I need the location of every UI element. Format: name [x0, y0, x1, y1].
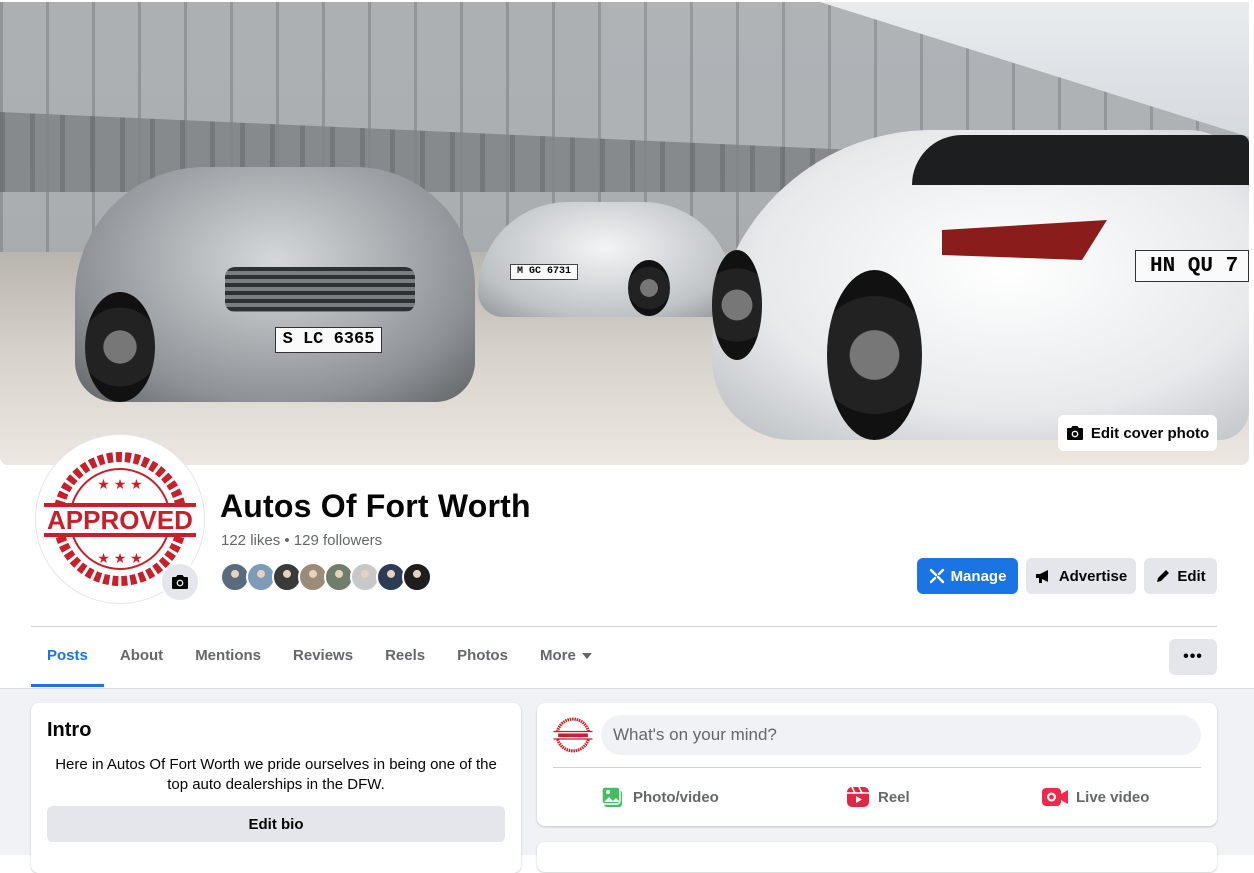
- cover-wheel: [85, 292, 155, 402]
- camera-icon: [1066, 426, 1083, 440]
- cover-plate-right: HN QU 7: [1135, 250, 1249, 282]
- composer-divider: [553, 767, 1201, 768]
- follower-avatars[interactable]: [220, 562, 432, 592]
- svg-text:★ ★ ★: ★ ★ ★: [97, 476, 142, 492]
- composer-avatar[interactable]: [553, 715, 593, 755]
- cover-wheel: [827, 270, 922, 440]
- tab-more[interactable]: More: [524, 626, 608, 686]
- page-title: Autos Of Fort Worth: [220, 488, 531, 524]
- update-profile-picture-button[interactable]: [160, 562, 200, 602]
- advertise-button[interactable]: Advertise: [1026, 558, 1136, 594]
- tab-reels[interactable]: Reels: [369, 626, 441, 686]
- cover-wheel: [712, 250, 762, 360]
- approved-seal-icon: [553, 715, 593, 755]
- reel-button[interactable]: Reel: [846, 783, 910, 811]
- cover-car-window: [912, 135, 1249, 185]
- edit-bio-button[interactable]: Edit bio: [47, 806, 505, 842]
- tools-icon: [929, 568, 944, 584]
- photo-video-button[interactable]: Photo/video: [601, 783, 719, 811]
- cover-photo: M GC 6731 S LC 6365 HN QU 7 Edit cover p…: [0, 2, 1249, 465]
- advertise-label: Advertise: [1058, 567, 1128, 585]
- cover-wheel: [628, 260, 670, 316]
- more-options-button[interactable]: •••: [1169, 639, 1217, 675]
- photo-icon: [601, 786, 622, 807]
- live-video-icon: [1042, 788, 1068, 806]
- cover-plate-middle: M GC 6731: [510, 264, 578, 280]
- tab-posts[interactable]: Posts: [31, 626, 104, 687]
- live-video-button[interactable]: Live video: [1042, 783, 1149, 811]
- caret-down-icon: [581, 653, 592, 659]
- tab-mentions[interactable]: Mentions: [179, 626, 277, 686]
- reel-label: Reel: [878, 788, 910, 806]
- tab-about[interactable]: About: [104, 626, 179, 686]
- reel-icon: [847, 786, 869, 807]
- edit-cover-photo-button[interactable]: Edit cover photo: [1058, 415, 1217, 451]
- pencil-icon: [1157, 570, 1170, 582]
- manage-button[interactable]: Manage: [917, 558, 1018, 594]
- tab-photos[interactable]: Photos: [441, 626, 524, 686]
- intro-bio: Here in Autos Of Fort Worth we pride our…: [55, 756, 497, 793]
- edit-page-button[interactable]: Edit: [1144, 558, 1217, 594]
- cover-car-middle: M GC 6731: [478, 202, 733, 317]
- cover-car-grille: [225, 267, 415, 312]
- live-video-label: Live video: [1076, 788, 1150, 806]
- intro-title: Intro: [47, 719, 92, 741]
- megaphone-icon: [1035, 570, 1048, 583]
- follower-avatar[interactable]: [402, 562, 432, 592]
- photo-video-label: Photo/video: [633, 788, 719, 806]
- approved-logo-text: APPROVED: [47, 505, 193, 535]
- manage-label: Manage: [950, 567, 1007, 585]
- camera-icon: [172, 575, 188, 589]
- edit-label: Edit: [1177, 567, 1206, 585]
- whats-on-your-mind-input[interactable]: What's on your mind?: [601, 715, 1201, 755]
- next-feed-card: [537, 842, 1217, 872]
- cover-car-left: S LC 6365: [75, 167, 475, 402]
- cover-plate-left: S LC 6365: [275, 327, 382, 353]
- tab-reviews[interactable]: Reviews: [277, 626, 369, 686]
- svg-text:★ ★ ★: ★ ★ ★: [97, 550, 142, 566]
- page-tabs: Posts About Mentions Reviews Reels Photo…: [31, 626, 608, 687]
- cover-car-taillight: [942, 220, 1107, 260]
- intro-card: Intro Here in Autos Of Fort Worth we pri…: [31, 703, 521, 873]
- tab-more-label: More: [539, 647, 576, 664]
- page-stats[interactable]: 122 likes • 129 followers: [221, 532, 382, 549]
- edit-cover-photo-label: Edit cover photo: [1090, 424, 1210, 442]
- post-composer: What's on your mind? Photo/video Reel Li…: [537, 703, 1217, 826]
